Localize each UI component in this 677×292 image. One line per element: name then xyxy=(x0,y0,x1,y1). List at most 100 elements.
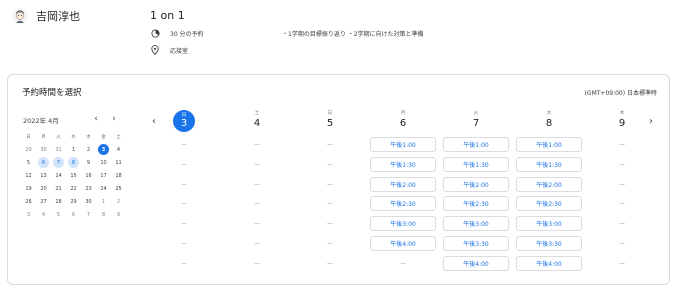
calendar-day-number: 1 xyxy=(71,146,76,153)
unavailable-slot: — xyxy=(400,259,406,267)
time-slot-button[interactable]: 午後2:30 xyxy=(370,196,436,212)
calendar-day[interactable]: 15 xyxy=(66,169,81,182)
calendar-day[interactable]: 7 xyxy=(51,156,66,169)
calendar-day-number: 7 xyxy=(86,211,91,218)
time-slot-button[interactable]: 午後1:30 xyxy=(516,156,582,172)
calendar-day-number: 18 xyxy=(115,172,122,179)
calendar-day[interactable]: 2 xyxy=(81,143,96,156)
calendar-day[interactable]: 12 xyxy=(21,169,36,182)
calendar-day-selected[interactable]: 3 xyxy=(96,143,111,156)
time-slot-button[interactable]: 午後1:00 xyxy=(370,137,436,152)
day-header[interactable]: 水8 xyxy=(513,110,585,129)
day-number: 7 xyxy=(472,118,480,129)
weekday-header: 金 xyxy=(101,134,106,140)
time-slot-button[interactable]: 午後3:00 xyxy=(516,216,582,232)
calendar-day[interactable]: 7 xyxy=(81,208,96,221)
calendar-day-number: 4 xyxy=(116,146,121,153)
calendar-day[interactable]: 9 xyxy=(111,208,126,221)
calendar-day[interactable]: 8 xyxy=(66,156,81,169)
calendar-day[interactable]: 13 xyxy=(36,169,51,182)
calendar-day[interactable]: 18 xyxy=(111,169,126,182)
timezone-selector[interactable]: (GMT+09:00) 日本標準時 xyxy=(585,88,657,97)
day-header[interactable]: 日3 xyxy=(148,110,220,132)
calendar-day[interactable]: 31 xyxy=(51,143,66,156)
calendar-day[interactable]: 1 xyxy=(66,143,81,156)
calendar-day[interactable]: 27 xyxy=(36,195,51,208)
time-slot-button[interactable]: 午後2:00 xyxy=(370,176,436,192)
unavailable-slot: — xyxy=(619,240,625,247)
unavailable-slot: — xyxy=(619,200,625,208)
calendar-day[interactable]: 29 xyxy=(21,143,36,156)
time-slot-button[interactable]: 午後2:30 xyxy=(443,196,509,212)
unavailable-slot: — xyxy=(254,180,260,188)
calendar-day-number: 5 xyxy=(56,211,61,218)
calendar-day[interactable]: 23 xyxy=(81,182,96,195)
unavailable-slot: — xyxy=(181,200,187,208)
mini-calendar-next-button[interactable]: › xyxy=(108,113,120,125)
location-pin-icon xyxy=(150,45,160,55)
day-header[interactable]: 月6 xyxy=(367,110,439,129)
chevron-right-icon: › xyxy=(112,114,116,124)
calendar-day[interactable]: 29 xyxy=(66,195,81,208)
unavailable-slot: — xyxy=(327,240,333,247)
calendar-day[interactable]: 17 xyxy=(96,169,111,182)
calendar-day[interactable]: 30 xyxy=(36,143,51,156)
calendar-day[interactable]: 1 xyxy=(96,195,111,208)
calendar-day[interactable]: 28 xyxy=(51,195,66,208)
calendar-day[interactable]: 11 xyxy=(111,156,126,169)
time-slot-button[interactable]: 午後1:00 xyxy=(443,137,509,152)
unavailable-slot: — xyxy=(181,141,187,148)
day-header[interactable]: 火7 xyxy=(440,110,512,129)
calendar-day[interactable]: 24 xyxy=(96,182,111,195)
time-slot-button[interactable]: 午後3:00 xyxy=(443,216,509,232)
event-description: ・1学期の目標振り返り ・2学期に向けた対策と準備 xyxy=(282,31,424,38)
time-slot-button[interactable]: 午後4:00 xyxy=(516,255,582,271)
time-slot-button[interactable]: 午後1:30 xyxy=(370,156,436,172)
time-slot-button[interactable]: 午後2:00 xyxy=(443,176,509,192)
time-slot-button[interactable]: 午後2:00 xyxy=(516,176,582,192)
calendar-day[interactable]: 4 xyxy=(36,208,51,221)
calendar-day[interactable]: 5 xyxy=(21,156,36,169)
unavailable-slot: — xyxy=(181,160,187,168)
day-header[interactable]: 日5 xyxy=(294,110,366,129)
unavailable-slot: — xyxy=(254,141,260,148)
time-slot-button[interactable]: 午後3:00 xyxy=(370,216,436,232)
calendar-day[interactable]: 25 xyxy=(111,182,126,195)
calendar-day[interactable]: 16 xyxy=(81,169,96,182)
calendar-day[interactable]: 26 xyxy=(21,195,36,208)
unavailable-slot: — xyxy=(619,259,625,267)
calendar-day[interactable]: 4 xyxy=(111,143,126,156)
calendar-day[interactable]: 8 xyxy=(96,208,111,221)
calendar-day[interactable]: 20 xyxy=(36,182,51,195)
calendar-day-number: 7 xyxy=(53,157,64,168)
calendar-day[interactable]: 3 xyxy=(21,208,36,221)
time-slot-button[interactable]: 午後4:00 xyxy=(370,236,436,251)
unavailable-slot: — xyxy=(254,200,260,208)
mini-calendar-prev-button[interactable]: ‹ xyxy=(90,113,102,125)
day-header[interactable]: 土4 xyxy=(221,110,293,129)
day-weekday-label: 日 xyxy=(327,111,333,116)
day-header[interactable]: 木9 xyxy=(586,110,658,129)
time-slot-button[interactable]: 午後3:30 xyxy=(516,236,582,251)
calendar-day[interactable]: 30 xyxy=(81,195,96,208)
time-slot-button[interactable]: 午後2:30 xyxy=(516,196,582,212)
host-name: 吉岡淳也 xyxy=(36,10,80,23)
time-slot-button[interactable]: 午後4:00 xyxy=(443,255,509,271)
calendar-day[interactable]: 5 xyxy=(51,208,66,221)
time-slot-button[interactable]: 午後3:30 xyxy=(443,236,509,251)
calendar-day[interactable]: 19 xyxy=(21,182,36,195)
time-slot-button[interactable]: 午後1:30 xyxy=(443,156,509,172)
calendar-day[interactable]: 14 xyxy=(51,169,66,182)
calendar-day[interactable]: 6 xyxy=(36,156,51,169)
time-slot-button[interactable]: 午後1:00 xyxy=(516,137,582,152)
calendar-day[interactable]: 9 xyxy=(81,156,96,169)
calendar-day[interactable]: 6 xyxy=(66,208,81,221)
person-avatar-icon xyxy=(12,8,28,24)
calendar-day[interactable]: 22 xyxy=(66,182,81,195)
calendar-day-number: 13 xyxy=(40,172,47,179)
day-number: 3 xyxy=(180,118,188,129)
calendar-day[interactable]: 10 xyxy=(96,156,111,169)
calendar-day[interactable]: 21 xyxy=(51,182,66,195)
calendar-day-number: 1 xyxy=(101,198,106,205)
calendar-day[interactable]: 2 xyxy=(111,195,126,208)
